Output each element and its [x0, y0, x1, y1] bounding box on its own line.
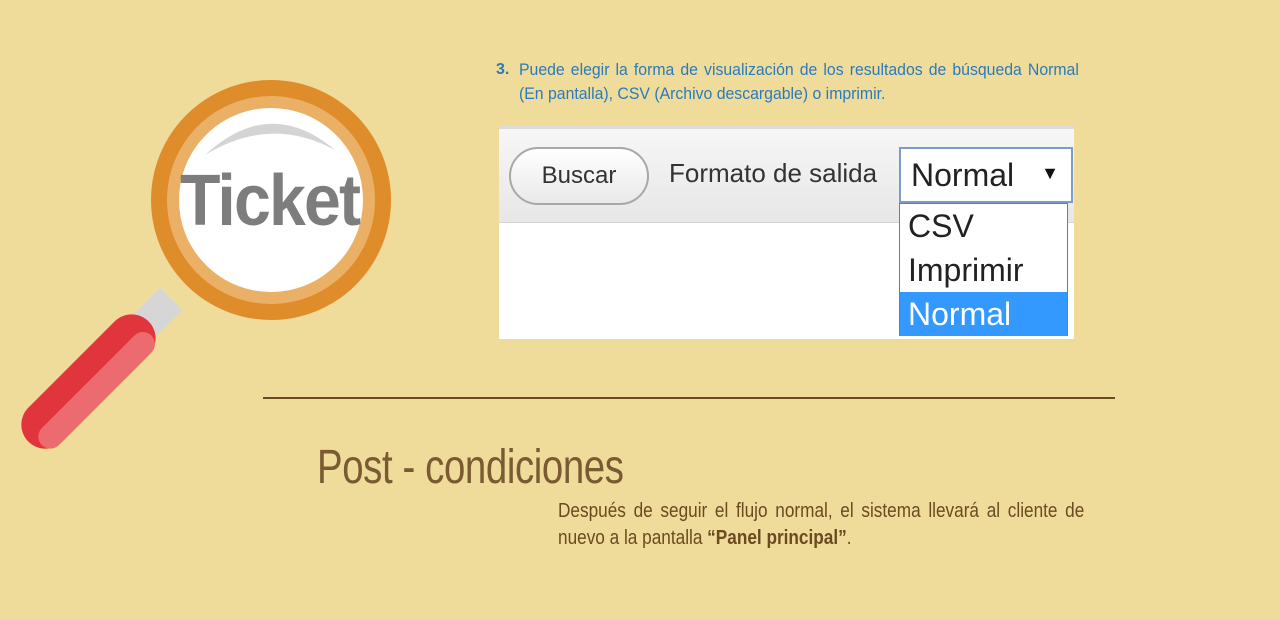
step-description: Puede elegir la forma de visualización d… [519, 60, 1079, 103]
post-text-end: . [846, 527, 852, 549]
main-panel-reference: “Panel principal” [707, 527, 847, 549]
search-format-screenshot: Buscar Formato de salida Normal ▼ CSV Im… [499, 126, 1074, 339]
search-button[interactable]: Buscar [509, 147, 649, 205]
logo-word: Ticket [180, 161, 361, 241]
post-conditions-text: Después de seguir el flujo normal, el si… [558, 498, 1084, 552]
format-option-csv[interactable]: CSV [900, 204, 1067, 248]
step-number: 3. [496, 61, 510, 78]
output-format-label: Formato de salida [669, 158, 878, 188]
output-format-select[interactable]: Normal ▼ [899, 147, 1073, 203]
dropdown-arrow-icon: ▼ [1041, 163, 1059, 183]
format-option-normal[interactable]: Normal [900, 292, 1067, 336]
section-divider [263, 397, 1115, 399]
selected-format: Normal [911, 157, 1015, 193]
ticket-magnifier-logo: Ticket [0, 0, 420, 470]
section-title: Post - condiciones [317, 441, 624, 494]
format-option-imprimir[interactable]: Imprimir [900, 248, 1067, 292]
format-dropdown-list: CSV Imprimir Normal [899, 203, 1068, 336]
